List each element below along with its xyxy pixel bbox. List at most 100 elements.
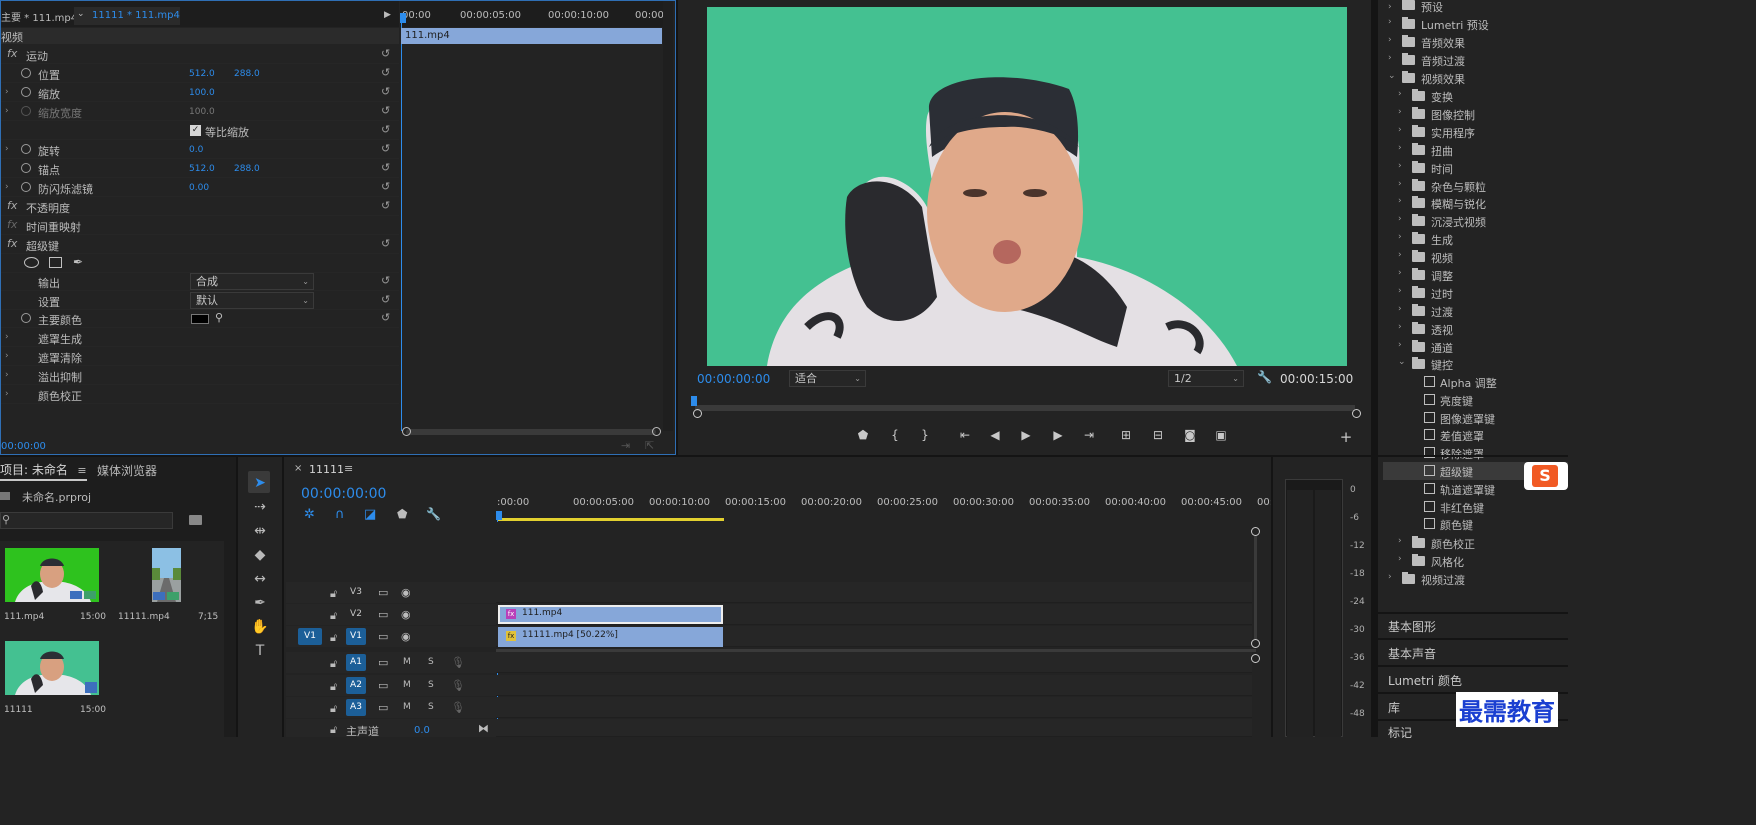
- program-scroll-start[interactable]: [693, 409, 702, 418]
- antiflicker-value[interactable]: 0.00: [189, 183, 209, 193]
- ec-timecode[interactable]: 00:00:00: [1, 441, 46, 452]
- solo-button[interactable]: S: [428, 680, 434, 690]
- tree-audio-effects[interactable]: › 音频效果: [1378, 33, 1558, 51]
- add-marker-icon[interactable]: ⬟: [397, 507, 407, 521]
- reset-icon[interactable]: ↺: [381, 162, 393, 174]
- nest-icon[interactable]: ✲: [304, 507, 315, 522]
- timeline-vscroll-mid[interactable]: [1251, 639, 1260, 648]
- timeline-timecode[interactable]: 00:00:00:00: [301, 486, 386, 502]
- stopwatch-icon[interactable]: [21, 313, 31, 323]
- ec-scroll-start[interactable]: [402, 427, 411, 436]
- menu-icon[interactable]: ≡: [344, 462, 353, 475]
- eye-icon[interactable]: ◉: [401, 608, 411, 621]
- ec-scroll-track[interactable]: [663, 1, 673, 431]
- wrench-icon[interactable]: 🔧: [1257, 370, 1272, 384]
- ec-scroll-end[interactable]: [652, 427, 661, 436]
- extract-icon[interactable]: ⊟: [1149, 428, 1167, 442]
- new-bin-icon[interactable]: [189, 515, 202, 525]
- program-timecode[interactable]: 00:00:00:00: [697, 372, 770, 386]
- tab-project[interactable]: 项目: 未命名 ≡: [0, 461, 87, 481]
- ellipse-mask-icon[interactable]: [24, 257, 39, 268]
- tree-category[interactable]: › 透视: [1378, 320, 1558, 338]
- hand-tool-icon[interactable]: ✋: [250, 617, 270, 637]
- clip-v2[interactable]: fx 111.mp4: [498, 605, 723, 624]
- step-back-icon[interactable]: ◀: [986, 428, 1004, 442]
- mic-icon[interactable]: 🎙︎: [451, 701, 465, 714]
- tree-category[interactable]: › 实用程序: [1378, 123, 1558, 141]
- tree-category[interactable]: › 过时: [1378, 284, 1558, 302]
- tree-category[interactable]: › 扭曲: [1378, 141, 1558, 159]
- fit-dropdown[interactable]: 适合 ⌄: [789, 370, 866, 387]
- reset-icon[interactable]: ↺: [381, 105, 393, 117]
- spill-row[interactable]: › 溢出抑制: [1, 366, 399, 385]
- position-x[interactable]: 512.0: [189, 69, 215, 79]
- tree-keying-effect[interactable]: 亮度键: [1378, 391, 1558, 409]
- tree-category[interactable]: › 变换: [1378, 87, 1558, 105]
- track-a1[interactable]: [496, 652, 1252, 673]
- reset-icon[interactable]: ↺: [381, 143, 393, 155]
- timeline-tab[interactable]: 11111: [309, 463, 344, 476]
- camera-icon[interactable]: ◙: [1181, 428, 1199, 442]
- pen-mask-icon[interactable]: ✒: [73, 255, 83, 269]
- tab-media-browser[interactable]: 媒体浏览器: [97, 462, 157, 479]
- track-target-a1[interactable]: A1: [346, 654, 366, 671]
- chevron-right-icon[interactable]: ›: [5, 87, 9, 97]
- razor-tool-icon[interactable]: ◆: [250, 545, 270, 565]
- rectangle-mask-icon[interactable]: [49, 257, 62, 268]
- tree-keying-effect[interactable]: Alpha 调整: [1378, 373, 1558, 391]
- go-to-out-icon[interactable]: ⇥: [1080, 428, 1098, 442]
- track-target-a2[interactable]: A2: [346, 677, 366, 694]
- timeline-close-icon[interactable]: ×: [294, 463, 302, 474]
- clip-v1[interactable]: fx 11111.mp4 [50.22%]: [498, 627, 723, 647]
- timeline-vscroll-top[interactable]: [1251, 527, 1260, 536]
- wrench-icon[interactable]: 🔧: [426, 507, 441, 521]
- chevron-right-icon[interactable]: ›: [5, 351, 9, 361]
- chevron-right-icon[interactable]: ›: [5, 106, 9, 116]
- add-marker-icon[interactable]: ⬟: [854, 428, 872, 442]
- program-scrub-bar[interactable]: [695, 405, 1355, 411]
- add-button-icon[interactable]: +: [1337, 428, 1355, 446]
- tree-keying-effect[interactable]: 非红色键: [1378, 498, 1558, 516]
- eye-icon[interactable]: ◉: [401, 630, 411, 643]
- panel-libraries[interactable]: 库: [1388, 699, 1400, 716]
- program-video-frame[interactable]: [707, 7, 1347, 366]
- rotation-value[interactable]: 0.0: [189, 145, 203, 155]
- reset-icon[interactable]: ↺: [381, 48, 393, 60]
- export-frame-icon[interactable]: ⇥: [621, 439, 630, 452]
- work-area-bar[interactable]: [497, 518, 724, 521]
- timeline-playhead[interactable]: [496, 511, 502, 520]
- reset-icon[interactable]: ↺: [381, 86, 393, 98]
- program-playhead[interactable]: [691, 396, 697, 406]
- selection-tool-icon[interactable]: ➤: [250, 473, 270, 493]
- panel-markers[interactable]: 标记: [1388, 724, 1412, 741]
- slip-tool-icon[interactable]: ↔: [250, 569, 270, 589]
- master-value[interactable]: 0.0: [414, 725, 430, 736]
- panel-lumetri-color[interactable]: Lumetri 颜色: [1388, 672, 1462, 689]
- program-scroll-end[interactable]: [1352, 409, 1361, 418]
- stopwatch-icon[interactable]: [21, 144, 31, 154]
- mute-button[interactable]: M: [403, 680, 411, 690]
- tree-keying-effect[interactable]: 差值遮罩: [1378, 426, 1558, 444]
- timeline-vscroll-track[interactable]: [1254, 536, 1257, 639]
- tree-keying-effect[interactable]: 颜色键: [1378, 515, 1558, 533]
- mic-icon[interactable]: 🎙︎: [451, 656, 465, 669]
- tree-audio-transitions[interactable]: › 音频过渡: [1378, 51, 1558, 69]
- reset-icon[interactable]: ↺: [381, 238, 393, 250]
- source-tab[interactable]: 主要 * 111.mp4: [1, 9, 77, 24]
- play-only-icon[interactable]: ▶: [384, 10, 391, 20]
- reset-icon[interactable]: ↺: [381, 124, 393, 136]
- panel-essential-sound[interactable]: 基本声音: [1388, 645, 1436, 662]
- ec-playhead[interactable]: [400, 13, 406, 23]
- step-forward-icon[interactable]: ▶: [1049, 428, 1067, 442]
- share-icon[interactable]: ⇱: [645, 439, 654, 452]
- lock-icon[interactable]: 🔓︎: [330, 631, 337, 645]
- ultra-key-row[interactable]: fx 超级键 ↺: [1, 235, 399, 254]
- lock-icon[interactable]: 🔓︎: [330, 587, 337, 601]
- lock-icon[interactable]: 🔓︎: [330, 609, 337, 623]
- tree-category[interactable]: › 模糊与锐化: [1378, 194, 1558, 212]
- tree-lumetri-presets[interactable]: › Lumetri 预设: [1378, 15, 1558, 33]
- opacity-row[interactable]: fx 不透明度 ↺: [1, 197, 399, 216]
- track-select-tool-icon[interactable]: ⇢: [250, 497, 270, 517]
- scale-value[interactable]: 100.0: [189, 88, 215, 98]
- mic-icon[interactable]: 🎙︎: [451, 679, 465, 692]
